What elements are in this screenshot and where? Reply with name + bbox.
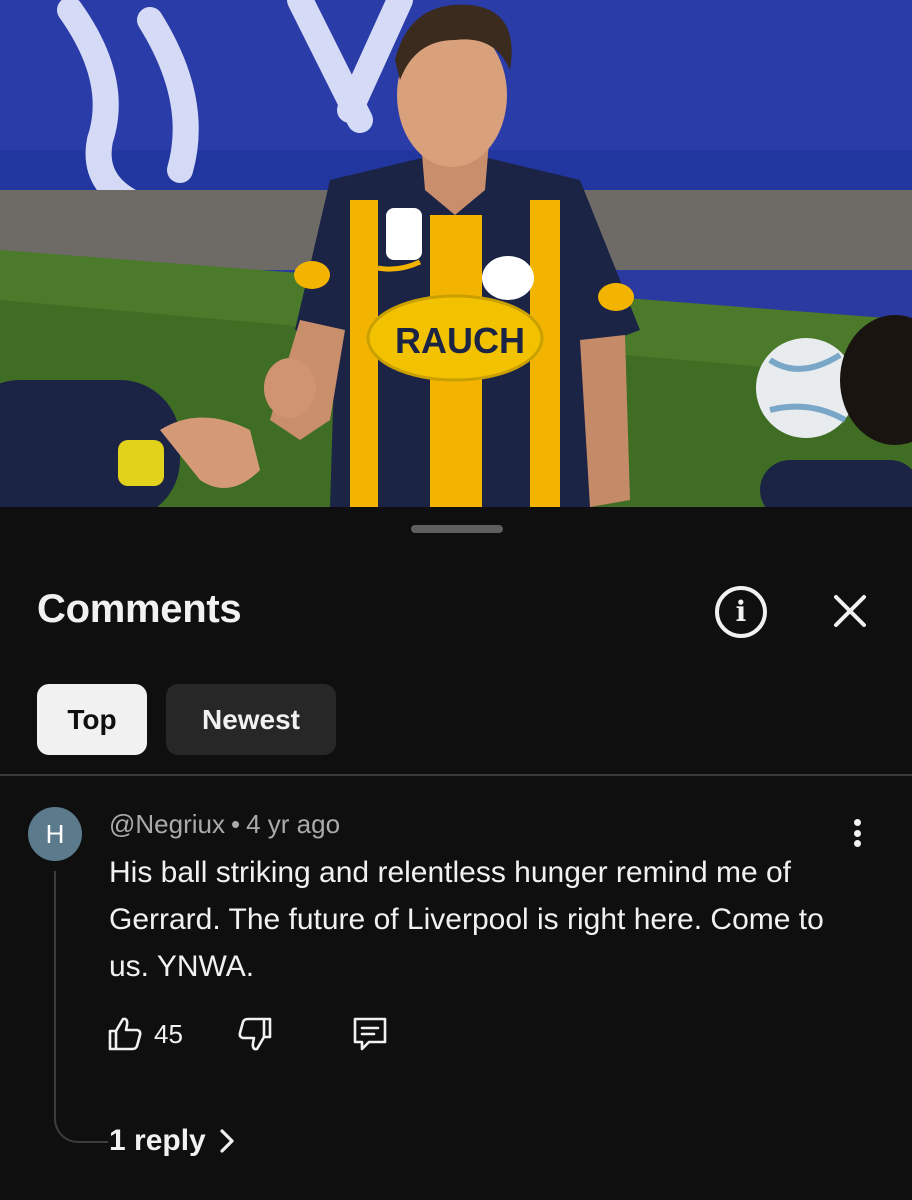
close-icon[interactable] (826, 587, 874, 635)
reply-icon (353, 1017, 387, 1051)
chevron-right-icon (220, 1129, 234, 1153)
like-count: 45 (154, 1018, 183, 1049)
like-button[interactable]: 45 (106, 1014, 183, 1054)
comment-author[interactable]: @Negriux (109, 809, 225, 839)
comment-time: 4 yr ago (246, 809, 341, 839)
jersey-sponsor-text: RAUCH (395, 320, 525, 361)
info-icon[interactable]: i (715, 586, 767, 638)
view-replies-link[interactable]: 1 reply (109, 1124, 236, 1158)
dislike-button[interactable] (236, 1014, 274, 1054)
comments-panel: Comments i Top Newest H @Negriux • 4 yr ag… (0, 507, 912, 1200)
thumbs-down-icon (238, 1017, 272, 1051)
replies-label: 1 reply (109, 1124, 206, 1157)
drag-handle[interactable] (411, 525, 503, 533)
divider (0, 774, 912, 776)
meta-separator: • (230, 809, 241, 839)
video-player[interactable]: RAUCH (0, 0, 912, 507)
thread-line (54, 871, 108, 1143)
comment-meta: @Negriux • 4 yr ago (109, 809, 340, 840)
comment-text: His ball striking and relentless hunger … (109, 856, 824, 983)
sort-chip-newest[interactable]: Newest (166, 684, 336, 755)
thumbs-up-icon (108, 1017, 142, 1051)
more-vertical-icon[interactable] (840, 813, 874, 853)
sort-chip-top[interactable]: Top (37, 684, 147, 755)
video-frame: RAUCH (0, 0, 912, 507)
avatar[interactable]: H (28, 807, 82, 861)
reply-button[interactable] (350, 1014, 390, 1054)
panel-title: Comments (37, 587, 242, 631)
